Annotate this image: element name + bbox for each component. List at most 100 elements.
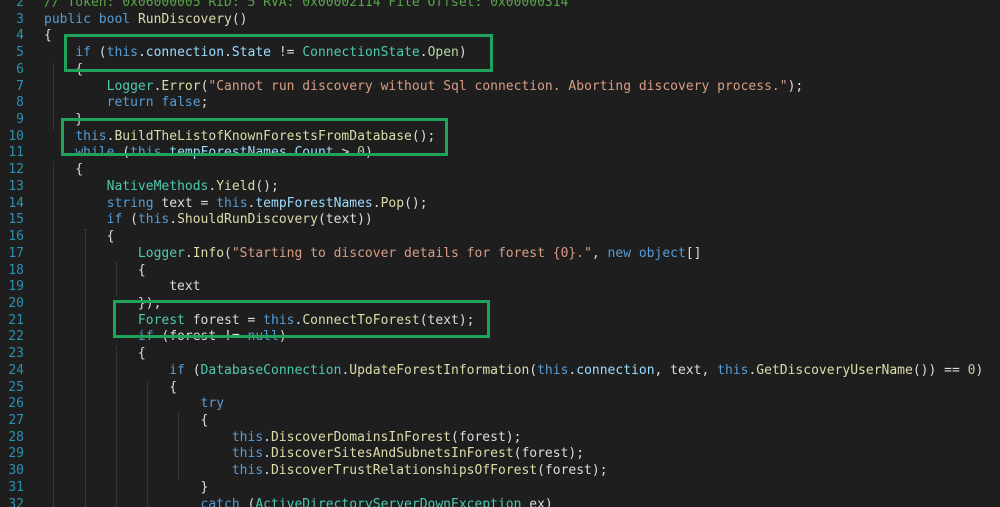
code-text: catch (ActiveDirectoryServerDownExceptio… — [44, 497, 553, 507]
code-text: { — [44, 28, 52, 45]
code-token: catch — [200, 496, 240, 507]
code-token: (forest); — [451, 429, 522, 445]
code-line[interactable]: 3 public bool RunDiscovery() — [0, 12, 1000, 29]
code-line[interactable]: 9 } — [0, 112, 1000, 129]
code-text: if (this.connection.State != ConnectionS… — [44, 45, 466, 62]
code-line[interactable]: 27 { — [0, 413, 1000, 430]
code-line[interactable]: 7 Logger.Error("Cannot run discovery wit… — [0, 79, 1000, 96]
code-token: { — [44, 61, 84, 77]
line-number: 7 — [16, 78, 24, 94]
code-token: tempForestNames — [255, 195, 373, 211]
line-number: 14 — [8, 195, 24, 211]
code-line[interactable]: 23 { — [0, 346, 1000, 363]
code-text: Logger.Error("Cannot run discovery witho… — [44, 78, 804, 96]
code-line[interactable]: 13 NativeMethods.Yield(); — [0, 179, 1000, 196]
line-number: 5 — [16, 45, 24, 61]
indent-guide — [178, 413, 180, 480]
code-token: text — [44, 279, 201, 295]
code-token: while — [75, 145, 115, 161]
code-token: { — [44, 229, 115, 245]
code-token: ( — [122, 212, 138, 228]
code-line[interactable]: 22 if (forest != null) — [0, 329, 1000, 346]
code-line[interactable]: 11 while (this.tempForestNames.Count > 0… — [0, 145, 1000, 162]
code-line[interactable]: 5 if (this.connection.State != Connectio… — [0, 45, 1000, 62]
code-text: { — [44, 162, 83, 179]
code-token: (forest); — [537, 463, 608, 479]
code-token: Logger — [106, 78, 154, 94]
code-line[interactable]: 30 this.DiscoverTrustRelationshipsOfFore… — [0, 463, 1000, 480]
code-token: (); — [411, 128, 436, 144]
code-token: , text, — [654, 362, 718, 378]
indent-guide — [115, 262, 117, 296]
code-line[interactable]: 16 { — [0, 229, 1000, 246]
code-token: this — [717, 362, 749, 378]
code-line[interactable]: 12 { — [0, 162, 1000, 179]
line-number: 30 — [8, 463, 24, 479]
code-token: ActiveDirectoryServerDownException — [255, 496, 522, 507]
code-token: connection — [145, 45, 225, 61]
code-token: ( — [184, 362, 201, 378]
indent-guide — [84, 229, 86, 507]
code-line[interactable]: 31 } — [0, 480, 1000, 497]
code-line[interactable]: 32 catch (ActiveDirectoryServerDownExcep… — [0, 497, 1000, 507]
code-line[interactable]: 19 text — [0, 279, 1000, 296]
code-token: Info — [192, 245, 225, 261]
indent-guide — [147, 379, 149, 507]
line-number: 24 — [8, 362, 24, 378]
code-line[interactable]: 4{ — [0, 28, 1000, 45]
code-line[interactable]: 17 Logger.Info("Starting to discover det… — [0, 246, 1000, 263]
code-token: ( — [224, 245, 232, 261]
code-token: UpdateForestInformation — [349, 362, 530, 378]
code-line[interactable]: 24 if (DatabaseConnection.UpdateForestIn… — [0, 363, 1000, 380]
code-text: }); — [44, 296, 162, 313]
code-token: { — [44, 413, 209, 428]
code-token: public — [44, 11, 91, 27]
code-token: . — [419, 45, 428, 61]
code-line[interactable]: 10 this.BuildTheListofKnownForestsFromDa… — [0, 129, 1000, 146]
code-line[interactable]: 25 { — [0, 380, 1000, 397]
line-number: 21 — [8, 312, 24, 328]
code-token: this — [231, 429, 264, 445]
code-text: return false; — [44, 95, 209, 112]
code-line[interactable]: 15 if (this.ShouldRunDiscovery(text)) — [0, 212, 1000, 229]
code-line[interactable]: 26 try — [0, 396, 1000, 413]
code-token: (); — [255, 178, 279, 194]
code-token: this — [231, 463, 264, 479]
code-editor[interactable]: 2 // Token: 0x06000005 RID: 5 RVA: 0x0000… — [0, 0, 1000, 507]
code-text: { — [44, 229, 115, 246]
code-text: string text = this.tempForestNames.Pop()… — [44, 196, 428, 213]
code-token: bool — [98, 11, 131, 27]
code-line[interactable]: 14 string text = this.tempForestNames.Po… — [0, 196, 1000, 213]
code-token: (forest != — [153, 329, 248, 345]
line-number: 10 — [8, 128, 24, 144]
code-line[interactable]: 21 Forest forest = this.ConnectToForest(… — [0, 313, 1000, 330]
code-token: DiscoverSitesAndSubnetsInForest — [270, 446, 514, 462]
code-token: if — [106, 212, 123, 228]
line-number: 17 — [8, 245, 24, 261]
code-line[interactable]: 20 }); — [0, 296, 1000, 313]
line-number: 3 — [16, 11, 24, 27]
code-line[interactable]: 28 this.DiscoverDomainsInForest(forest); — [0, 430, 1000, 447]
code-line[interactable]: 8 return false; — [0, 95, 1000, 112]
code-token: } — [44, 479, 209, 495]
line-number: 28 — [8, 429, 24, 445]
code-line[interactable]: 6 { — [0, 62, 1000, 79]
code-text: } — [44, 112, 83, 129]
code-line[interactable]: 29 this.DiscoverSitesAndSubnetsInForest(… — [0, 446, 1000, 463]
code-text: this.BuildTheListofKnownForestsFromDatab… — [44, 129, 435, 146]
code-line[interactable]: 18 { — [0, 263, 1000, 280]
code-line[interactable]: 2 // Token: 0x06000005 RID: 5 RVA: 0x0000… — [0, 0, 1000, 12]
code-token: { — [44, 346, 146, 362]
line-number: 16 — [8, 229, 24, 245]
line-number: 13 — [8, 178, 24, 194]
code-token: > — [333, 145, 358, 161]
code-token: return — [106, 95, 154, 111]
code-token: connection — [576, 362, 655, 378]
code-token: tempForestNames — [169, 145, 287, 161]
code-token: ( — [114, 145, 131, 161]
code-text: NativeMethods.Yield(); — [44, 179, 279, 196]
